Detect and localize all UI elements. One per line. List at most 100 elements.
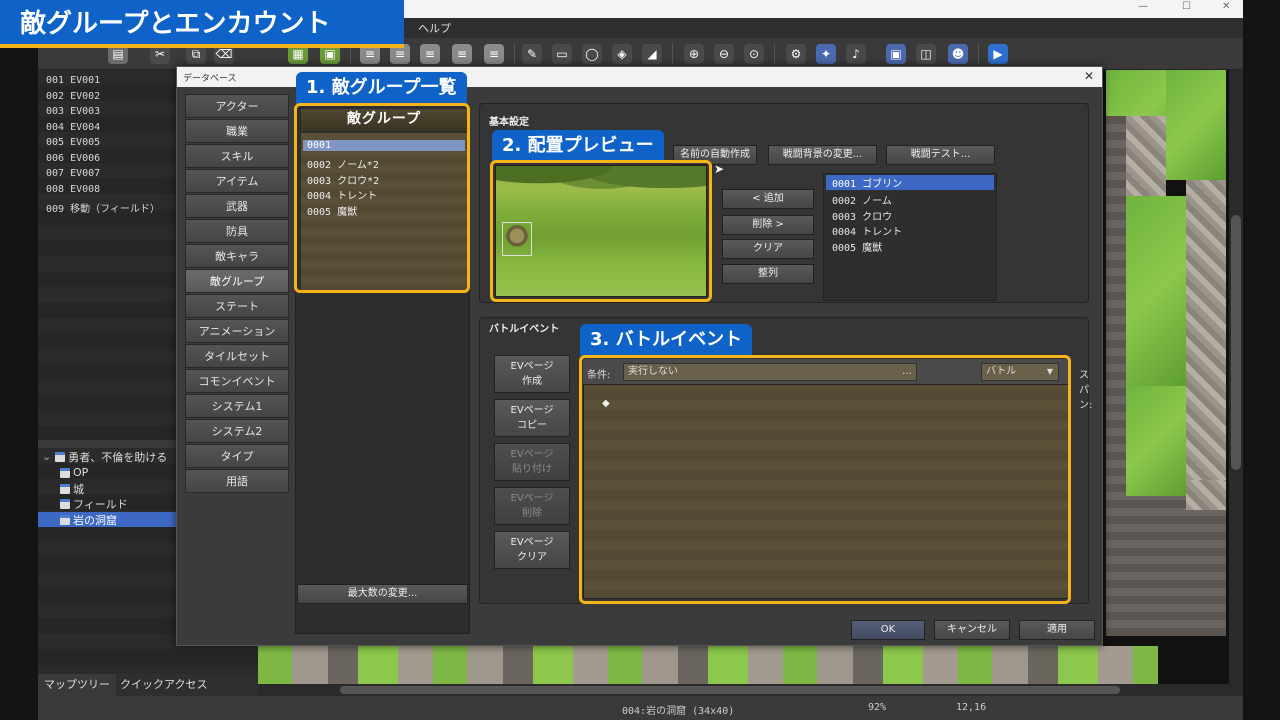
category-types[interactable]: タイプ xyxy=(185,444,289,468)
playtest-icon[interactable]: ▶ xyxy=(988,44,1008,64)
category-skills[interactable]: スキル xyxy=(185,144,289,168)
map-icon xyxy=(60,514,70,525)
category-items[interactable]: アイテム xyxy=(185,169,289,193)
list-item[interactable]: 005 EV005 xyxy=(46,137,100,148)
close-icon[interactable]: ✕ xyxy=(1084,69,1094,83)
clear-button[interactable]: クリア xyxy=(722,239,814,259)
pencil-icon[interactable]: ✎ xyxy=(522,44,542,64)
tree-root-label: 勇者、不倫を助ける xyxy=(68,450,168,464)
category-terms[interactable]: 用語 xyxy=(185,469,289,493)
rectangle-icon[interactable]: ▭ xyxy=(552,44,572,64)
right-margin xyxy=(1243,0,1280,720)
layer-all-icon[interactable]: ≡ xyxy=(484,44,504,64)
sound-icon[interactable]: ♪ xyxy=(846,44,866,64)
tree-item-op[interactable]: OP xyxy=(60,465,88,480)
list-item[interactable]: 0003 クロウ xyxy=(832,208,892,223)
resource-manager-icon[interactable]: ◫ xyxy=(916,44,936,64)
category-enemies[interactable]: 敵キャラ xyxy=(185,244,289,268)
plugin-icon[interactable]: ✦ xyxy=(816,44,836,64)
fill-icon[interactable]: ◈ xyxy=(612,44,632,64)
new-page-button[interactable]: EVページ 作成 xyxy=(494,355,570,393)
minimize-icon[interactable]: — xyxy=(1138,1,1148,12)
shadow-pen-icon[interactable]: ◢ xyxy=(642,44,662,64)
menu-help[interactable]: ヘルプ xyxy=(418,20,451,36)
category-classes[interactable]: 職業 xyxy=(185,119,289,143)
highlight-troop-list xyxy=(294,103,470,293)
list-item[interactable]: 008 EV008 xyxy=(46,184,100,195)
scrollbar-thumb[interactable] xyxy=(340,686,1120,694)
align-button[interactable]: 整列 xyxy=(722,264,814,284)
dialog-title: データベース xyxy=(183,74,237,84)
character-generator-icon[interactable]: ☻ xyxy=(948,44,968,64)
category-tilesets[interactable]: タイルセット xyxy=(185,344,289,368)
tab-map-tree[interactable]: マップツリー xyxy=(38,674,116,696)
category-system1[interactable]: システム1 xyxy=(185,394,289,418)
callout-battle-event: 3. バトルイベント xyxy=(580,324,753,356)
change-battleback-button[interactable]: 戦闘背景の変更... xyxy=(768,145,877,165)
maximize-icon[interactable]: ☐ xyxy=(1182,1,1191,12)
category-states[interactable]: ステート xyxy=(185,294,289,318)
list-item[interactable]: 002 EV002 xyxy=(46,91,100,102)
project-icon xyxy=(55,451,66,462)
ellipse-icon[interactable]: ◯ xyxy=(582,44,602,64)
list-item[interactable]: 0005 魔獣 xyxy=(832,239,882,254)
add-button[interactable]: < 追加 xyxy=(722,189,814,209)
category-armors[interactable]: 防具 xyxy=(185,219,289,243)
category-system2[interactable]: システム2 xyxy=(185,419,289,443)
zoom-in-icon[interactable]: ⊕ xyxy=(684,44,704,64)
delete-page-button[interactable]: EVページ 削除 xyxy=(494,487,570,525)
map-icon xyxy=(60,498,70,509)
tree-root[interactable]: ⌄ 勇者、不倫を助ける xyxy=(42,449,167,464)
database-icon[interactable]: ⚙ xyxy=(786,44,806,64)
ok-button[interactable]: OK xyxy=(851,620,925,640)
close-icon[interactable]: ✕ xyxy=(1222,1,1230,12)
map-tile xyxy=(1166,70,1226,180)
list-item[interactable]: 0001 ゴブリン xyxy=(826,175,994,190)
list-item[interactable]: 009 移動（フィールド） xyxy=(46,200,160,215)
toolbar-separator xyxy=(672,44,673,64)
list-item[interactable]: 003 EV003 xyxy=(46,106,100,117)
category-common-events[interactable]: コモンイベント xyxy=(185,369,289,393)
paste-page-button[interactable]: EVページ 貼り付け xyxy=(494,443,570,481)
collapse-icon[interactable]: ⌄ xyxy=(42,450,51,463)
tab-quick-access[interactable]: クイックアクセス xyxy=(114,674,213,696)
tree-item-cave[interactable]: 岩の洞窟 xyxy=(38,512,176,527)
toolbar-separator xyxy=(978,44,979,64)
remove-button[interactable]: 削除 > xyxy=(722,215,814,235)
tree-item-label: 岩の洞窟 xyxy=(73,513,117,527)
map-icon xyxy=(60,467,70,478)
list-item[interactable]: 004 EV004 xyxy=(46,122,100,133)
tree-item-castle[interactable]: 城 xyxy=(60,481,84,496)
list-item[interactable]: 007 EV007 xyxy=(46,168,100,179)
map-tile xyxy=(1186,480,1226,510)
clear-page-button[interactable]: EVページ クリア xyxy=(494,531,570,569)
tree-item-label: フィールド xyxy=(73,497,128,511)
list-item[interactable]: 0004 トレント xyxy=(832,223,902,238)
map-tile xyxy=(1126,496,1226,636)
category-weapons[interactable]: 武器 xyxy=(185,194,289,218)
tree-item-field[interactable]: フィールド xyxy=(60,496,128,511)
map-tile xyxy=(1106,116,1126,636)
category-animations[interactable]: アニメーション xyxy=(185,319,289,343)
map-tile xyxy=(1126,386,1186,496)
list-item[interactable]: 001 EV001 xyxy=(46,75,100,86)
category-actors[interactable]: アクター xyxy=(185,94,289,118)
category-list: アクター 職業 スキル アイテム 武器 防具 敵キャラ 敵グループ ステート ア… xyxy=(185,93,289,493)
list-item[interactable]: 006 EV006 xyxy=(46,153,100,164)
list-item[interactable]: 0002 ノーム xyxy=(832,192,892,207)
battle-test-button[interactable]: 戦闘テスト... xyxy=(886,145,995,165)
layer-3-icon[interactable]: ≡ xyxy=(420,44,440,64)
apply-button[interactable]: 適用 xyxy=(1019,620,1095,640)
cancel-button[interactable]: キャンセル xyxy=(934,620,1010,640)
status-coords: 12,16 xyxy=(956,702,987,713)
category-troops[interactable]: 敵グループ xyxy=(185,269,289,293)
event-search-icon[interactable]: ▣ xyxy=(886,44,906,64)
callout-preview: 2. 配置プレビュー xyxy=(492,130,664,162)
scrollbar-thumb[interactable] xyxy=(1231,215,1241,470)
copy-page-button[interactable]: EVページ コピー xyxy=(494,399,570,437)
layer-4-icon[interactable]: ≡ xyxy=(452,44,472,64)
zoom-out-icon[interactable]: ⊖ xyxy=(714,44,734,64)
change-maximum-button[interactable]: 最大数の変更... xyxy=(297,584,468,604)
zoom-reset-icon[interactable]: ⊙ xyxy=(744,44,764,64)
left-margin xyxy=(0,0,38,720)
